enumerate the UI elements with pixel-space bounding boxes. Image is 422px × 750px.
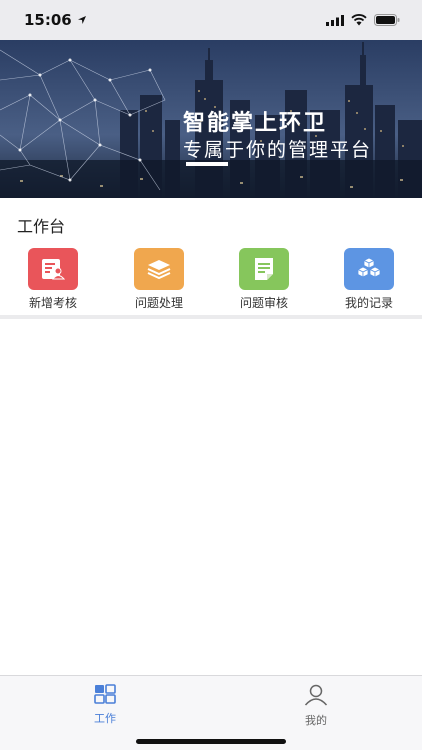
section-divider <box>0 315 422 319</box>
tile-my-records[interactable]: 我的记录 <box>329 248 409 311</box>
tile-label: 我的记录 <box>344 296 393 310</box>
status-bar: 15:06 <box>0 0 422 40</box>
add-assessment-icon <box>28 248 78 290</box>
workbench-title: 工作台 <box>17 217 66 236</box>
tab-mine-label: 我的 <box>305 714 327 727</box>
location-arrow-icon <box>77 16 86 24</box>
wifi-icon <box>351 14 367 26</box>
tile-new-assessment[interactable]: 新增考核 <box>13 248 93 311</box>
cellular-signal-icon <box>326 14 344 26</box>
battery-icon <box>374 14 400 26</box>
workbench-tiles: 新增考核 问题处理 问题审核 我的记录 <box>0 248 422 310</box>
tile-label: 问题审核 <box>239 296 288 310</box>
tile-issue-review[interactable]: 问题审核 <box>224 248 304 311</box>
tile-label: 问题处理 <box>134 296 183 310</box>
banner[interactable]: 智能掌上环卫 专属于你的管理平台 <box>0 40 422 198</box>
status-time: 15:06 <box>24 11 87 29</box>
tab-mine[interactable]: 我的 <box>286 684 346 728</box>
document-icon <box>239 248 289 290</box>
home-indicator <box>136 739 286 744</box>
status-indicators <box>326 14 400 26</box>
tab-work[interactable]: 工作 <box>75 684 135 726</box>
banner-title: 智能掌上环卫 <box>183 111 328 136</box>
tile-issue-handling[interactable]: 问题处理 <box>119 248 199 311</box>
tab-work-label: 工作 <box>94 712 116 725</box>
layers-icon <box>134 248 184 290</box>
status-time-text: 15:06 <box>24 11 72 29</box>
banner-underline <box>186 162 228 166</box>
user-icon <box>304 684 328 706</box>
cubes-icon <box>344 248 394 290</box>
banner-subtitle: 专属于你的管理平台 <box>183 139 373 161</box>
grid-icon <box>94 684 116 704</box>
tile-label: 新增考核 <box>28 296 77 310</box>
